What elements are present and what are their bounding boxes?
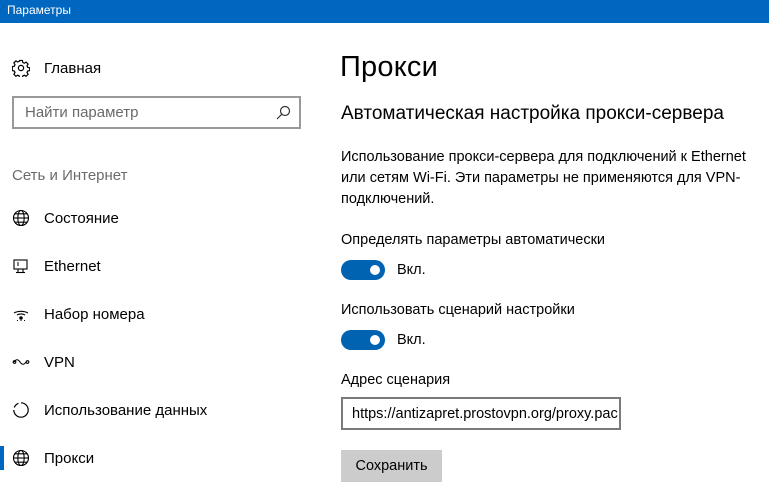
sidebar-item-label: VPN xyxy=(44,353,75,371)
use-script-label: Использовать сценарий настройки xyxy=(341,302,575,318)
page-title: Прокси xyxy=(340,51,439,83)
section-title: Автоматическая настройка прокси-сервера xyxy=(341,103,724,124)
window-title-bar: Параметры xyxy=(0,0,769,23)
search-box[interactable] xyxy=(12,96,301,129)
script-address-field[interactable] xyxy=(341,397,621,430)
sidebar-item-label: Набор номера xyxy=(44,305,145,323)
use-script-toggle-row: Вкл. xyxy=(341,330,426,350)
home-link[interactable]: Главная xyxy=(11,57,101,79)
description-text: Использование прокси-сервера для подключ… xyxy=(341,149,746,207)
sidebar-item-data-usage[interactable]: Использование данных xyxy=(0,390,320,430)
main-content: Прокси Автоматическая настройка прокси-с… xyxy=(340,23,769,489)
sidebar-item-label: Прокси xyxy=(44,449,95,467)
sidebar-item-vpn[interactable]: VPN xyxy=(0,342,320,382)
ethernet-icon xyxy=(11,256,31,276)
home-label: Главная xyxy=(44,59,102,77)
auto-detect-toggle[interactable] xyxy=(341,260,385,280)
gear-icon xyxy=(11,58,31,78)
auto-detect-toggle-row: Вкл. xyxy=(341,260,426,280)
sidebar-item-label: Состояние xyxy=(44,209,119,227)
sidebar: Главная Сеть и Интернет Состояние Ethern… xyxy=(0,23,320,489)
use-script-state: Вкл. xyxy=(397,332,426,348)
auto-detect-label: Определять параметры автоматически xyxy=(341,232,606,248)
script-address-label: Адрес сценария xyxy=(341,372,451,388)
search-input[interactable] xyxy=(25,104,275,121)
script-address-input[interactable] xyxy=(352,405,619,422)
dialup-icon xyxy=(11,304,31,324)
globe-icon xyxy=(11,208,31,228)
save-button[interactable]: Сохранить xyxy=(341,450,442,482)
sidebar-item-proxy[interactable]: Прокси xyxy=(0,438,320,478)
data-usage-icon xyxy=(11,400,31,420)
toggle-knob xyxy=(370,265,380,275)
window-title: Параметры xyxy=(7,3,71,17)
vpn-icon xyxy=(11,352,31,372)
sidebar-item-ethernet[interactable]: Ethernet xyxy=(0,246,320,286)
sidebar-item-label: Ethernet xyxy=(44,257,101,275)
use-script-toggle[interactable] xyxy=(341,330,385,350)
toggle-knob xyxy=(370,335,380,345)
sidebar-item-dialup[interactable]: Набор номера xyxy=(0,294,320,334)
globe-icon xyxy=(11,448,31,468)
auto-detect-state: Вкл. xyxy=(397,262,426,278)
search-icon[interactable] xyxy=(275,105,291,121)
section-label: Сеть и Интернет xyxy=(12,167,128,184)
sidebar-item-label: Использование данных xyxy=(44,401,208,419)
sidebar-item-status[interactable]: Состояние xyxy=(0,198,320,238)
active-indicator xyxy=(0,446,4,470)
